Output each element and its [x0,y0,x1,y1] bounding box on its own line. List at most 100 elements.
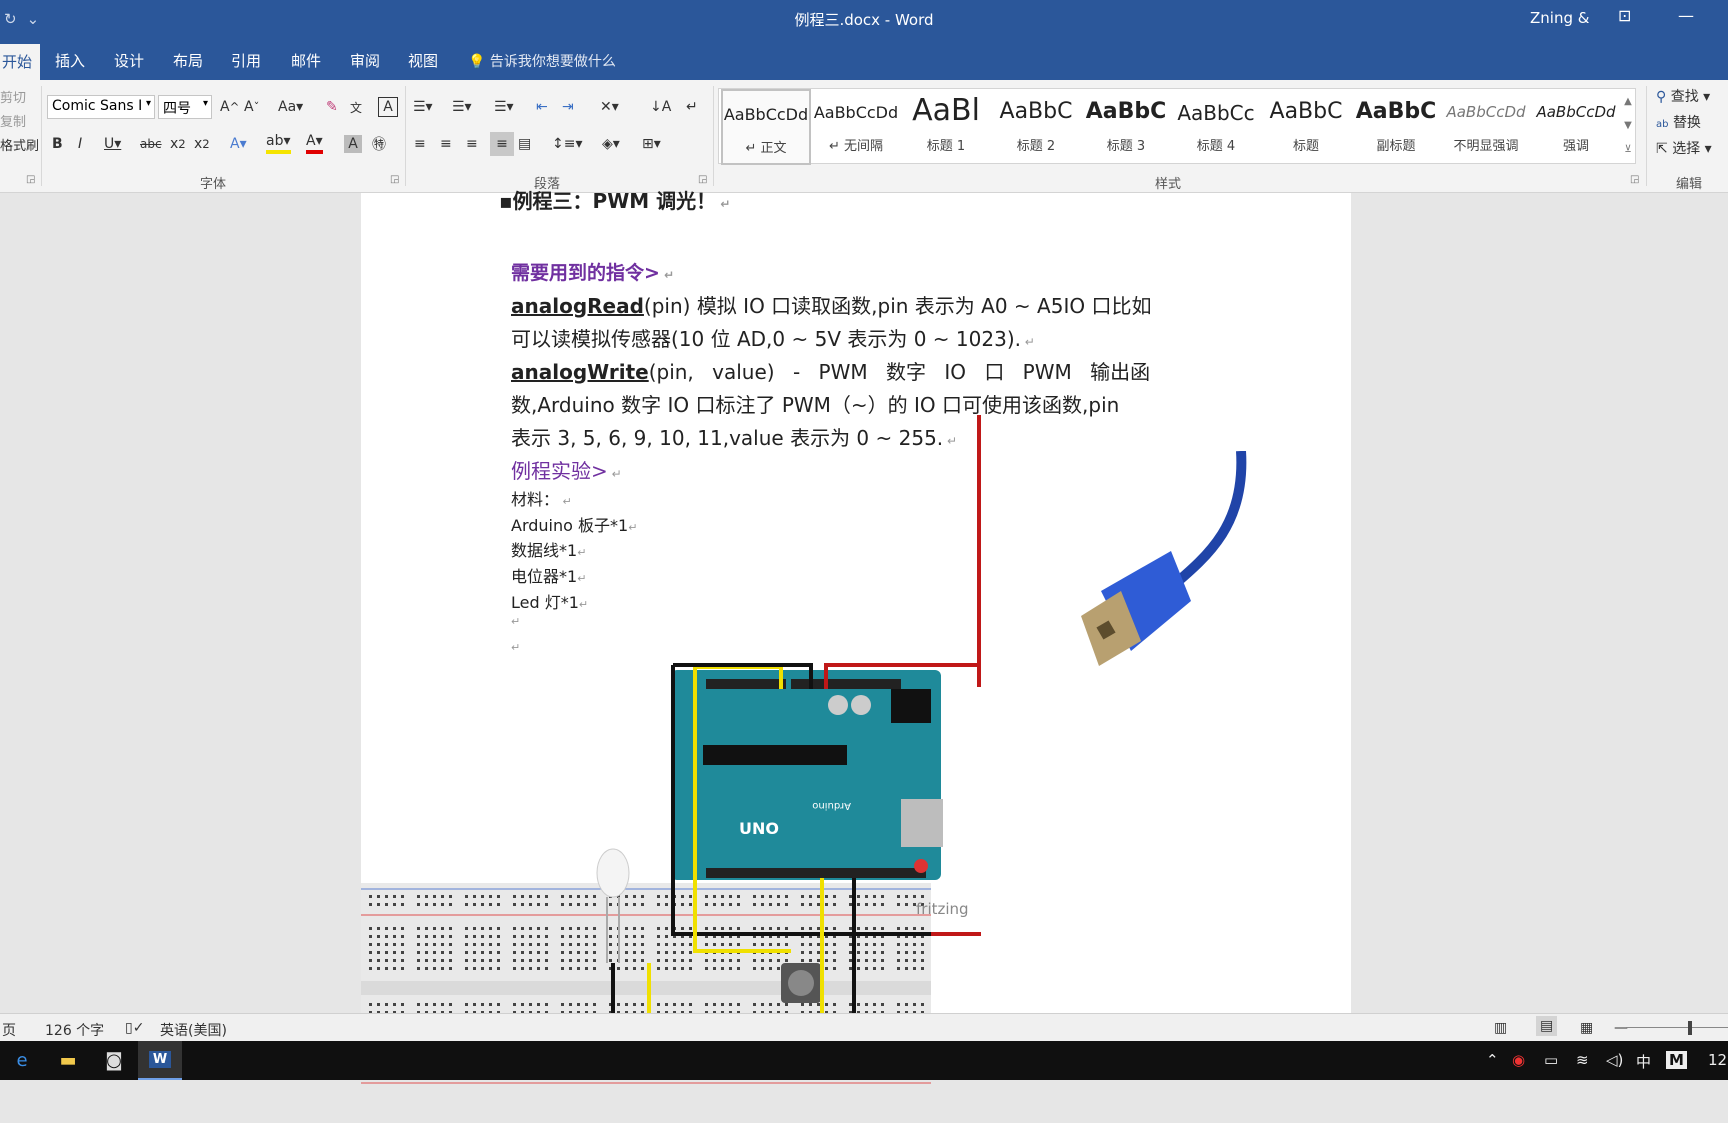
print-layout-icon[interactable]: ▤ [1536,1016,1558,1036]
breadboard-hole [825,1003,828,1006]
style-heading-1[interactable]: AaBl 标题 1 [901,89,991,165]
font-color-icon[interactable]: A▾ [306,132,323,154]
breadboard-hole [417,935,420,938]
web-layout-icon[interactable]: ▦ [1580,1020,1593,1036]
proofing-icon[interactable]: ▯✓ [125,1020,144,1036]
find-button[interactable]: ⚲ 查找 ▾ [1656,86,1710,106]
multilevel-list-icon[interactable]: ☰▾ [494,95,514,119]
change-case-icon[interactable]: Aa▾ [278,95,303,119]
style-subtitle[interactable]: AaBbC 副标题 [1351,89,1441,165]
bullets-icon[interactable]: ☰▾ [413,95,433,119]
word-count[interactable]: 126 个字 [45,1020,104,1040]
camera-icon[interactable]: ◙ [92,1041,136,1080]
replace-button[interactable]: ab 替换 [1656,112,1701,132]
tab-mailings[interactable]: 邮件 [291,50,321,71]
phonetic-guide-icon[interactable]: 文 [350,95,362,119]
wifi-icon[interactable]: ≋ [1576,1051,1589,1069]
numbering-icon[interactable]: ☰▾ [452,95,472,119]
styles-more-icon[interactable]: ⊻ [1621,137,1635,161]
edge-icon[interactable]: e [0,1041,44,1080]
clipboard-launcher-icon[interactable]: ◲ [26,172,35,186]
zoom-slider-thumb[interactable] [1688,1021,1692,1035]
subscript-icon[interactable]: x2 [170,132,186,156]
bold-icon[interactable]: B [52,132,63,156]
word-taskbar-icon[interactable]: W [138,1041,182,1080]
asian-layout-icon[interactable]: ✕▾ [600,95,619,119]
align-left-icon[interactable]: ≡ [414,132,426,156]
select-button[interactable]: ⇱ 选择 ▾ [1656,138,1712,158]
underline-icon[interactable]: U▾ [104,132,121,156]
ime-mode-icon[interactable]: M [1666,1051,1687,1069]
sort-icon[interactable]: ↓A [650,95,671,119]
shrink-font-icon[interactable]: Aˇ [244,95,259,119]
style-normal[interactable]: AaBbCcDd ↵ 正文 [721,89,811,165]
breadboard-hole [769,903,772,906]
borders-icon[interactable]: ⊞▾ [642,132,661,156]
italic-icon[interactable]: I [78,132,82,156]
style-emphasis[interactable]: AaBbCcDd 强调 [1531,89,1621,165]
font-name-combo[interactable]: Comic Sans I ▾ [47,95,155,119]
text-effects-icon[interactable]: A▾ [230,132,247,156]
styles-scroll-down-icon[interactable]: ▼ [1621,113,1635,137]
user-name[interactable]: Zning & [1530,9,1589,27]
tab-references[interactable]: 引用 [231,50,261,71]
style-heading-2[interactable]: AaBbC 标题 2 [991,89,1081,165]
enclose-character-icon[interactable]: ㊕ [372,132,386,156]
read-mode-icon[interactable]: ▥ [1494,1020,1507,1036]
line-spacing-icon[interactable]: ↕≡▾ [552,132,583,156]
clock[interactable]: 12 [1708,1051,1727,1069]
zoom-slider[interactable] [1626,1027,1728,1028]
decrease-indent-icon[interactable]: ⇤ [536,95,548,119]
breadboard-hole [585,967,588,970]
strikethrough-icon[interactable]: abc [140,132,162,156]
breadboard-hole [521,935,524,938]
battery-icon[interactable]: ▭ [1544,1051,1558,1069]
style-heading-3[interactable]: AaBbC 标题 3 [1081,89,1171,165]
increase-indent-icon[interactable]: ⇥ [562,95,574,119]
align-center-icon[interactable]: ≡ [440,132,452,156]
tell-me-box[interactable]: 💡 告诉我你想要做什么 [468,51,616,71]
minimize-icon[interactable]: — [1678,6,1694,25]
tab-view[interactable]: 视图 [408,50,438,71]
ribbon-display-icon[interactable]: ⊡ [1618,6,1631,25]
justify-icon[interactable]: ≡ [490,132,514,156]
tab-insert[interactable]: 插入 [55,50,85,71]
styles-scroll-up-icon[interactable]: ▲ [1621,89,1635,113]
zoom-out-icon[interactable]: — [1614,1020,1628,1036]
format-painter-button[interactable]: 格式刷 [0,132,39,156]
style-title[interactable]: AaBbC 标题 [1261,89,1351,165]
file-explorer-icon[interactable]: ▬ [46,1041,90,1080]
grow-font-icon[interactable]: A ^ [220,95,239,119]
font-size-combo[interactable]: 四号 ▾ [158,95,212,119]
font-launcher-icon[interactable]: ◲ [390,172,399,186]
distributed-icon[interactable]: ▤ [518,132,531,156]
styles-launcher-icon[interactable]: ◲ [1630,172,1639,186]
copy-button[interactable]: 复制 [0,108,26,132]
tray-overflow-icon[interactable]: ⌃ [1486,1051,1499,1069]
character-border-icon[interactable]: A [378,97,398,117]
highlight-icon[interactable]: ab▾ [266,132,291,154]
tab-design[interactable]: 设计 [114,50,144,71]
tab-layout[interactable]: 布局 [173,50,203,71]
show-marks-icon[interactable]: ↵ [686,95,698,119]
ime-indicator[interactable]: 中 [1636,1051,1651,1072]
style-preview: AaBbC [999,99,1073,124]
volume-icon[interactable]: ◁) [1606,1051,1623,1069]
breadboard-hole [753,903,756,906]
tab-home[interactable]: 开始 [0,44,40,80]
paragraph-launcher-icon[interactable]: ◲ [698,172,707,186]
language-indicator[interactable]: 英语(美国) [160,1020,227,1040]
document-page[interactable]: ▪例程三：PWM 调光！ ↵ 需要用到的指令> ↵ analogRead(pin… [361,189,1351,1084]
style-heading-4[interactable]: AaBbCc 标题 4 [1171,89,1261,165]
clear-formatting-icon[interactable]: ✎ [326,95,338,119]
align-right-icon[interactable]: ≡ [466,132,478,156]
style-no-spacing[interactable]: AaBbCcDd ↵ 无间隔 [811,89,901,165]
style-subtle-emphasis[interactable]: AaBbCcDd 不明显强调 [1441,89,1531,165]
page-indicator[interactable]: 页 [2,1020,16,1040]
shading-icon[interactable]: ◈▾ [602,132,620,156]
record-icon[interactable]: ◉ [1512,1051,1525,1069]
character-shading-icon[interactable]: A [344,135,362,153]
cut-button[interactable]: 剪切 [0,84,26,108]
tab-review[interactable]: 审阅 [350,50,380,71]
superscript-icon[interactable]: x2 [194,132,210,156]
